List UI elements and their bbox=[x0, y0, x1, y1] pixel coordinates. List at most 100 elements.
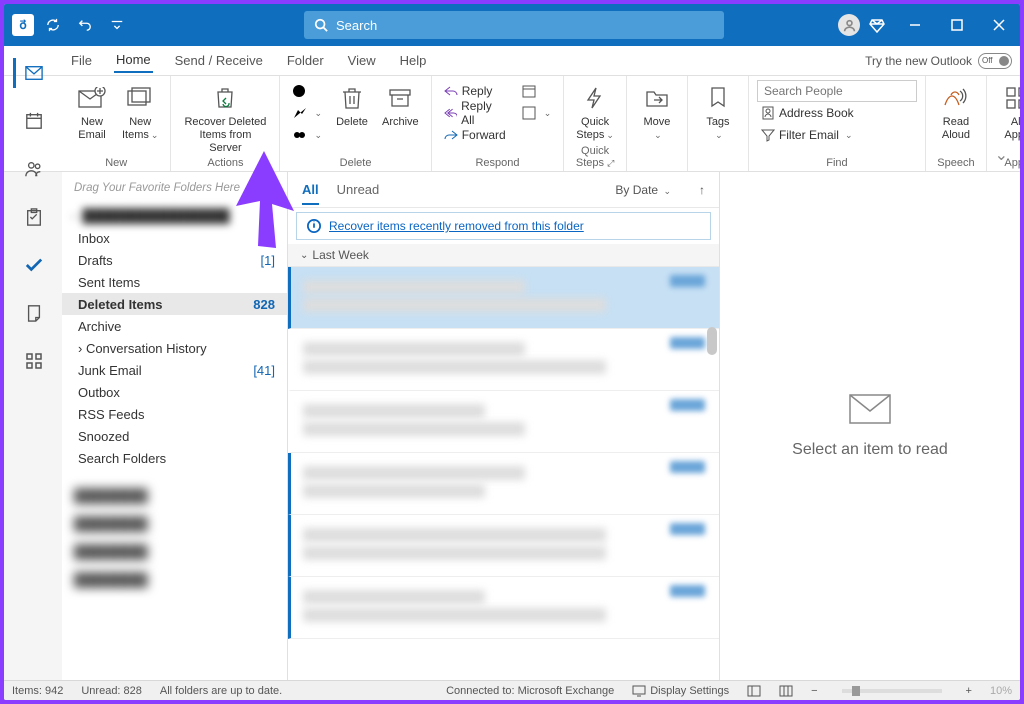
new-items-button[interactable]: New Items⌄ bbox=[118, 80, 162, 144]
user-avatar-icon[interactable] bbox=[838, 14, 860, 36]
tab-file[interactable]: File bbox=[69, 49, 94, 72]
ribbon-group-new: New bbox=[70, 157, 162, 171]
recover-infobar[interactable]: Recover items recently removed from this… bbox=[296, 212, 711, 240]
folder-item-inbox[interactable]: Inbox17 bbox=[62, 227, 287, 249]
nav-people-icon[interactable] bbox=[13, 154, 51, 184]
new-email-button[interactable]: New Email bbox=[70, 80, 114, 144]
ignore-button[interactable] bbox=[288, 80, 326, 102]
ribbon-group-delete: Delete bbox=[288, 157, 422, 171]
tab-send-receive[interactable]: Send / Receive bbox=[173, 49, 265, 72]
zoom-in-button[interactable]: + bbox=[966, 685, 972, 697]
delete-button[interactable]: Delete bbox=[330, 80, 374, 131]
ribbon: New Email New Items⌄ New Recover Deleted… bbox=[4, 76, 1020, 172]
try-new-outlook-label: Try the new Outlook bbox=[865, 54, 972, 68]
junk-button[interactable]: ⌄ bbox=[288, 124, 326, 146]
nav-mail-icon[interactable] bbox=[13, 58, 51, 88]
message-item[interactable] bbox=[288, 577, 719, 639]
folder-item-search-folders[interactable]: Search Folders bbox=[62, 447, 287, 469]
status-connected: Connected to: Microsoft Exchange bbox=[446, 685, 614, 697]
filter-unread-tab[interactable]: Unread bbox=[337, 182, 380, 197]
scrollbar-thumb[interactable] bbox=[707, 327, 717, 355]
reading-pane: Select an item to read bbox=[720, 172, 1020, 680]
status-unread: Unread: 828 bbox=[81, 685, 142, 697]
title-bar: o⃗ Search bbox=[4, 4, 1020, 46]
more-respond-button[interactable]: ⌄ bbox=[518, 102, 556, 124]
tab-folder[interactable]: Folder bbox=[285, 49, 326, 72]
search-people-input[interactable] bbox=[757, 80, 917, 102]
message-item[interactable] bbox=[288, 329, 719, 391]
read-aloud-button[interactable]: Read Aloud bbox=[934, 80, 978, 144]
other-accounts: ████████ ████████ ████████ ████████ bbox=[62, 481, 287, 593]
undo-icon[interactable] bbox=[72, 12, 98, 38]
display-settings-button[interactable]: Display Settings bbox=[632, 685, 729, 697]
tab-help[interactable]: Help bbox=[398, 49, 429, 72]
nav-tasks-icon[interactable] bbox=[13, 202, 51, 232]
folder-item-snoozed[interactable]: Snoozed bbox=[62, 425, 287, 447]
view-reading-icon[interactable] bbox=[779, 685, 793, 697]
favorites-hint: Drag Your Favorite Folders Here bbox=[62, 172, 287, 204]
collapse-ribbon-icon[interactable]: ⌄ bbox=[995, 145, 1008, 165]
ribbon-group-quick-steps: Quick Steps ⤢ bbox=[572, 145, 618, 171]
nav-notes-icon[interactable] bbox=[13, 298, 51, 328]
reading-pane-prompt: Select an item to read bbox=[792, 441, 948, 459]
maximize-button[interactable] bbox=[936, 4, 978, 46]
search-placeholder: Search bbox=[336, 18, 377, 33]
ribbon-group-respond: Respond bbox=[440, 157, 556, 171]
ribbon-group-find: Find bbox=[757, 157, 917, 171]
ribbon-group-speech: Speech bbox=[934, 157, 978, 171]
address-book-button[interactable]: Address Book bbox=[757, 102, 917, 124]
status-bar: Items: 942 Unread: 828 All folders are u… bbox=[4, 680, 1020, 700]
message-item[interactable] bbox=[288, 391, 719, 453]
recover-deleted-button[interactable]: Recover Deleted Items from Server bbox=[179, 80, 271, 157]
minimize-button[interactable] bbox=[894, 4, 936, 46]
folder-pane: Drag Your Favorite Folders Here ⌄███████… bbox=[62, 172, 288, 680]
all-apps-button[interactable]: All Apps bbox=[995, 80, 1020, 144]
tab-home[interactable]: Home bbox=[114, 48, 153, 73]
message-list-pane: All Unread By Date ⌄ ↑ Recover items rec… bbox=[288, 172, 720, 680]
folder-item-rss-feeds[interactable]: RSS Feeds bbox=[62, 403, 287, 425]
close-button[interactable] bbox=[978, 4, 1020, 46]
meeting-button[interactable] bbox=[518, 80, 556, 102]
message-item[interactable] bbox=[288, 515, 719, 577]
folder-item-deleted-items[interactable]: Deleted Items828 bbox=[62, 293, 287, 315]
menu-bar: File Home Send / Receive Folder View Hel… bbox=[4, 46, 1020, 76]
nav-todo-icon[interactable] bbox=[13, 250, 51, 280]
tab-view[interactable]: View bbox=[346, 49, 378, 72]
qat-dropdown-icon[interactable] bbox=[104, 12, 130, 38]
sort-by-dropdown[interactable]: By Date ⌄ bbox=[615, 183, 671, 197]
move-button[interactable]: Move⌄ bbox=[635, 80, 679, 144]
reply-all-button[interactable]: Reply All bbox=[440, 102, 510, 124]
message-item[interactable] bbox=[288, 267, 719, 329]
cleanup-button[interactable]: ⌄ bbox=[288, 102, 326, 124]
date-group-header[interactable]: ⌄Last Week bbox=[288, 244, 719, 267]
message-item[interactable] bbox=[288, 453, 719, 515]
folder-item-sent-items[interactable]: Sent Items bbox=[62, 271, 287, 293]
folder-item-archive[interactable]: Archive bbox=[62, 315, 287, 337]
outlook-logo-icon: o⃗ bbox=[12, 14, 34, 36]
filter-all-tab[interactable]: All bbox=[302, 182, 319, 205]
folder-item-drafts[interactable]: Drafts[1] bbox=[62, 249, 287, 271]
sort-direction-icon[interactable]: ↑ bbox=[699, 183, 705, 197]
quick-steps-button[interactable]: Quick Steps⌄ bbox=[572, 80, 618, 144]
zoom-level: 10% bbox=[990, 685, 1012, 697]
envelope-icon bbox=[848, 393, 892, 425]
recover-infobar-link[interactable]: Recover items recently removed from this… bbox=[329, 219, 584, 233]
sync-icon[interactable] bbox=[40, 12, 66, 38]
nav-more-icon[interactable] bbox=[13, 346, 51, 376]
nav-calendar-icon[interactable] bbox=[13, 106, 51, 136]
zoom-out-button[interactable]: − bbox=[811, 685, 817, 697]
forward-button[interactable]: Forward bbox=[440, 124, 510, 146]
folder-item-junk-email[interactable]: Junk Email[41] bbox=[62, 359, 287, 381]
status-sync: All folders are up to date. bbox=[160, 685, 282, 697]
view-normal-icon[interactable] bbox=[747, 685, 761, 697]
filter-email-button[interactable]: Filter Email⌄ bbox=[757, 124, 917, 146]
premium-diamond-icon[interactable] bbox=[866, 14, 888, 36]
tags-button[interactable]: Tags⌄ bbox=[696, 80, 740, 144]
folder-item-conversation-history[interactable]: › Conversation History bbox=[62, 337, 287, 359]
account-header[interactable]: ⌄████████████████ bbox=[62, 204, 287, 227]
folder-item-outbox[interactable]: Outbox bbox=[62, 381, 287, 403]
zoom-slider[interactable] bbox=[842, 689, 942, 693]
search-input[interactable]: Search bbox=[304, 11, 724, 39]
try-new-outlook-toggle[interactable]: Off bbox=[978, 53, 1012, 69]
archive-button[interactable]: Archive bbox=[378, 80, 423, 131]
